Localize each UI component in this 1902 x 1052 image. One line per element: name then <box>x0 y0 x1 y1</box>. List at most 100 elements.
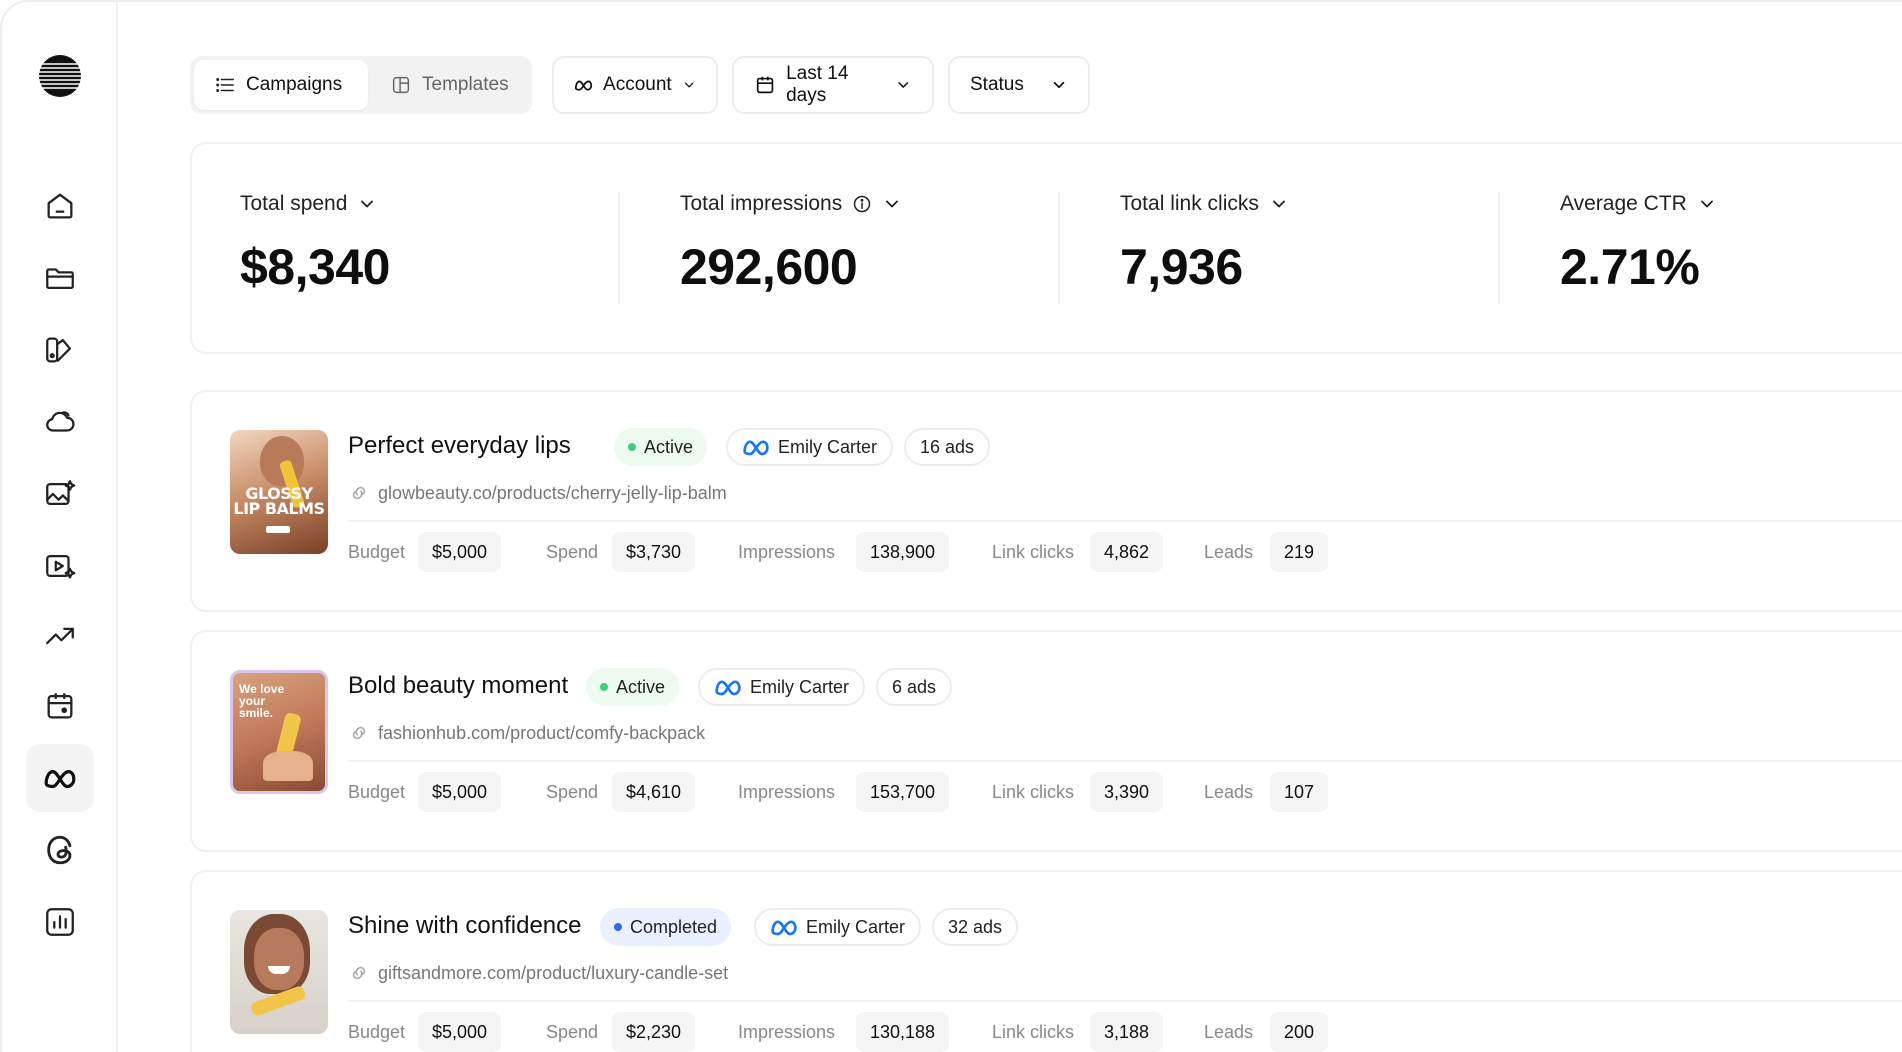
account-dropdown-label: Account <box>603 74 672 95</box>
status-dot <box>600 683 608 691</box>
stat-label-budget: Budget <box>348 1022 406 1042</box>
stat-label-impressions: Impressions <box>738 782 836 802</box>
chevron-down-icon <box>1700 200 1713 208</box>
nav-meta-ads[interactable] <box>26 744 94 812</box>
chevron-down-icon <box>1053 81 1065 89</box>
bar-chart-icon <box>46 908 74 936</box>
campaign-url[interactable]: giftsandmore.com/product/luxury-candle-s… <box>348 962 728 984</box>
status-text: Completed <box>630 916 718 937</box>
status-badge: Active <box>614 428 708 466</box>
owner-name: Emily Carter <box>750 676 850 697</box>
account-dropdown[interactable]: Account <box>552 56 718 114</box>
stat-value-budget: $5,000 <box>418 532 502 572</box>
metric-value: 7,936 <box>1120 239 1243 295</box>
status-dropdown-label: Status <box>970 74 1024 95</box>
stat-label-spend: Spend <box>546 542 599 562</box>
view-switcher: Campaigns Templates <box>190 56 532 114</box>
metric-value: 292,600 <box>680 239 858 295</box>
stat-label-leads: Leads <box>1204 782 1254 802</box>
status-badge: Completed <box>600 908 732 946</box>
stat-value-leads: 219 <box>1270 532 1329 572</box>
campaign-card[interactable]: Shine with confidence Completed Emily Ca… <box>190 870 1902 1052</box>
ads-count: 16 ads <box>920 436 975 457</box>
nav-image-ai[interactable] <box>26 460 94 528</box>
stat-label-link-clicks: Link clicks <box>992 782 1075 802</box>
campaign-url[interactable]: fashionhub.com/product/comfy-backpack <box>348 722 705 744</box>
divider <box>618 192 620 304</box>
tab-templates[interactable]: Templates <box>370 60 528 110</box>
link-icon <box>352 486 366 500</box>
campaign-card[interactable]: We love your smile. Bold beauty moment A… <box>190 630 1902 852</box>
owner-badge: Emily Carter <box>726 428 894 466</box>
stat-value-link-clicks: 3,188 <box>1090 1012 1164 1052</box>
metric-label-button[interactable]: Total spend <box>240 192 390 216</box>
nav-folders[interactable] <box>26 244 94 312</box>
owner-badge: Emily Carter <box>698 668 866 706</box>
nav-home[interactable] <box>26 172 94 240</box>
swatch-book-icon <box>46 337 72 363</box>
metric-value: 2.71% <box>1560 239 1700 295</box>
info-icon[interactable] <box>852 194 872 214</box>
nav-threads[interactable] <box>26 816 94 884</box>
chevron-down-icon <box>684 82 694 88</box>
campaign-thumbnail <box>230 910 328 1034</box>
nav-video-ai[interactable] <box>26 532 94 600</box>
stat-label-impressions: Impressions <box>738 542 836 562</box>
brand-logo-icon[interactable] <box>38 54 82 98</box>
stat-value-leads: 107 <box>1270 772 1329 812</box>
home-icon <box>47 193 73 219</box>
stat-value-impressions: 153,700 <box>856 772 950 812</box>
stat-label-leads: Leads <box>1204 542 1254 562</box>
metric-label: Total spend <box>240 192 348 215</box>
link-icon <box>352 726 366 740</box>
status-text: Active <box>644 436 694 457</box>
campaign-title[interactable]: Perfect everyday lips <box>348 432 571 460</box>
app-frame: Campaigns Templates Account Last 14 days… <box>0 0 1902 1052</box>
status-text: Active <box>616 676 666 697</box>
chevron-down-icon <box>898 82 909 88</box>
meta-icon <box>574 80 593 91</box>
chevron-down-icon <box>1272 200 1285 208</box>
video-sparkle-icon <box>46 554 76 579</box>
divider <box>1498 192 1500 304</box>
url-text: fashionhub.com/product/comfy-backpack <box>378 722 706 743</box>
stat-label-spend: Spend <box>546 1022 599 1042</box>
metric-label: Total link clicks <box>1120 192 1259 215</box>
stat-label-spend: Spend <box>546 782 599 802</box>
metric-label-button[interactable]: Average CTR <box>1560 192 1717 216</box>
campaign-title[interactable]: Bold beauty moment <box>348 672 568 700</box>
metric-total-impressions: Total impressions 292,600 <box>680 192 902 296</box>
tab-templates-label: Templates <box>422 74 509 95</box>
nav-trends[interactable] <box>26 602 94 670</box>
tab-campaigns[interactable]: Campaigns <box>194 60 368 110</box>
meta-icon <box>715 680 741 696</box>
tab-campaigns-label: Campaigns <box>246 74 343 95</box>
cloud-icon <box>46 411 75 432</box>
metrics-panel: Total spend $8,340 Total impressions 292… <box>190 142 1902 354</box>
stat-value-spend: $3,730 <box>612 532 696 572</box>
nav-brand-kit[interactable] <box>26 316 94 384</box>
divider <box>348 520 1902 522</box>
nav-analytics[interactable] <box>26 888 94 956</box>
metric-label-button[interactable]: Total link clicks <box>1120 192 1289 216</box>
owner-name: Emily Carter <box>778 436 878 457</box>
metric-value: $8,340 <box>240 239 390 295</box>
divider <box>1058 192 1060 304</box>
stat-label-leads: Leads <box>1204 1022 1254 1042</box>
metric-total-spend: Total spend $8,340 <box>240 192 390 296</box>
metric-label-button[interactable]: Total impressions <box>680 192 902 216</box>
stat-label-budget: Budget <box>348 782 406 802</box>
date-range-label: Last 14 days <box>786 63 849 106</box>
stat-value-spend: $2,230 <box>612 1012 696 1052</box>
status-dropdown[interactable]: Status <box>948 56 1090 114</box>
campaign-url[interactable]: glowbeauty.co/products/cherry-jelly-lip-… <box>348 482 727 504</box>
status-dot <box>614 923 622 931</box>
nav-cloud[interactable] <box>26 388 94 456</box>
campaign-thumbnail: GLOSSY LIP BALMS <box>230 430 328 554</box>
date-range-dropdown[interactable]: Last 14 days <box>732 56 934 114</box>
stat-label-impressions: Impressions <box>738 1022 836 1042</box>
nav-calendar[interactable] <box>26 672 94 740</box>
status-dot <box>628 443 636 451</box>
campaign-title[interactable]: Shine with confidence <box>348 912 581 940</box>
campaign-card[interactable]: GLOSSY LIP BALMS Perfect everyday lips A… <box>190 390 1902 612</box>
